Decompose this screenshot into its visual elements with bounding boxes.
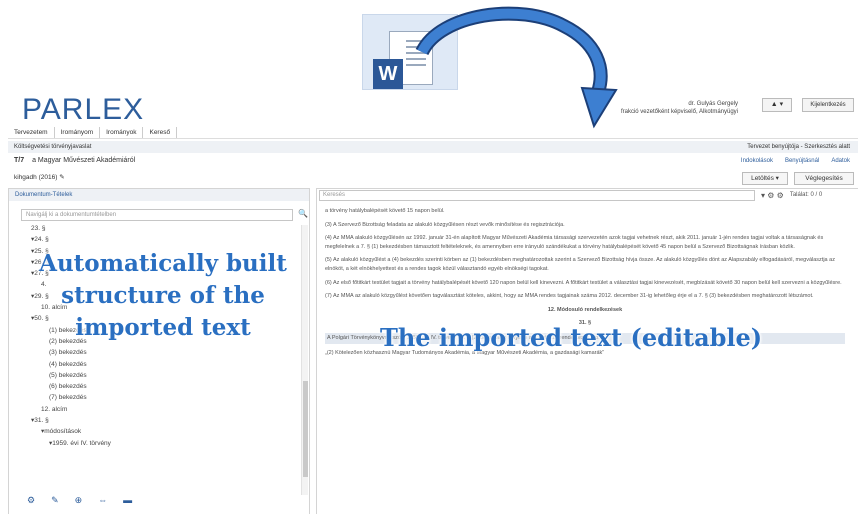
document-title-row: T/7 a Magyar Művészeti Akadémiáról (14, 157, 135, 164)
menu-item-iromanyok[interactable]: Irományok (100, 127, 144, 138)
structure-caption: Automatically built structure of the imp… (39, 250, 287, 341)
parlex-logo: PARLEX (22, 93, 145, 126)
tree-item[interactable]: 23. § (31, 223, 111, 234)
document-title: a Magyar Művészeti Akadémiáról (32, 157, 136, 164)
tree-item[interactable]: ▾24. § (31, 234, 111, 245)
curved-arrow-icon (415, 6, 618, 129)
user-menu-button[interactable]: ▲ ▾ (762, 98, 792, 112)
editor-toolbar: Keresés ▾ ⚙ ⚙ Találat: 0 / 0 (317, 189, 858, 201)
editor-search-input[interactable]: Keresés (319, 189, 755, 201)
text-paragraph[interactable]: a törvény hatálybalépését követő 15 napo… (325, 207, 845, 216)
text-paragraph[interactable]: (3) A Szervező Bizottság feladata az ala… (325, 221, 845, 230)
move-icon[interactable]: ⇔ (98, 495, 107, 506)
document-type-bar: Költségvetési törvényjavaslat Tervezet b… (8, 141, 858, 153)
menu-item-tervezetem[interactable]: Tervezetem (8, 127, 55, 138)
add-icon[interactable]: ⊕ (75, 495, 83, 506)
tree-item[interactable]: (5) bekezdés (31, 370, 111, 381)
main-menu: Tervezetem Irományom Irományok Kereső (8, 127, 858, 139)
text-paragraph[interactable]: (7) Az MMA az alakuló közgyűlést követőe… (325, 292, 845, 301)
settings-icon[interactable]: ⚙ (27, 495, 35, 506)
tab-benyujtasnal[interactable]: Benyújtásnál (785, 158, 819, 164)
tree-item[interactable]: 12. alcím (31, 404, 111, 415)
logout-button[interactable]: Kijelentkezés (802, 98, 854, 112)
user-info: dr. Gulyás Gergely frakció vezetőként ké… (620, 100, 738, 116)
search-options-icon[interactable]: ▾ ⚙ ⚙ (761, 191, 784, 200)
user-name: dr. Gulyás Gergely (688, 101, 738, 107)
structure-search-input[interactable]: Navigálj ki a dokumentumtételben (21, 209, 293, 221)
delete-icon[interactable]: ▬ (123, 495, 132, 506)
document-date: kihgadh (2016) (14, 174, 58, 181)
document-status-label: Tervezet benyújtója - Szerkesztés alatt (747, 144, 850, 150)
tree-item[interactable]: ▾módosítások (31, 426, 111, 437)
structure-panel-title: Dokumentum-Tételek (9, 189, 309, 201)
edit-icon[interactable]: ✎ (51, 495, 59, 506)
tab-indokolasok[interactable]: Indokolások (741, 158, 773, 164)
download-button[interactable]: Letöltés ▾ (742, 172, 788, 185)
tree-item[interactable]: ▾1959. évi IV. törvény (31, 438, 111, 449)
finalize-button[interactable]: Véglegesítés (794, 172, 854, 185)
document-date-row: kihgadh (2016) ✎ (14, 173, 65, 181)
tree-item[interactable]: (6) bekezdés (31, 381, 111, 392)
search-result-count: Találat: 0 / 0 (789, 192, 823, 198)
word-badge: W (373, 59, 403, 89)
menu-item-iromanyom[interactable]: Irományom (55, 127, 101, 138)
structure-panel: Dokumentum-Tételek Navigálj ki a dokumen… (8, 188, 310, 514)
tab-adatok[interactable]: Adatok (831, 158, 850, 164)
text-paragraph[interactable]: (4) Az MMA alakuló közgyűlésén az 1992. … (325, 234, 845, 251)
tree-item[interactable]: (3) bekezdés (31, 347, 111, 358)
text-paragraph[interactable]: (6) Az első főtitkárt testület tagjait a… (325, 279, 845, 288)
menu-item-kereso[interactable]: Kereső (143, 127, 178, 138)
document-type-label: Költségvetési törvényjavaslat (14, 144, 92, 150)
section-heading: 12. Módosuló rendelkezések (547, 306, 623, 313)
editor-caption: The imported text (editable) (380, 323, 763, 352)
structure-toolbar: ⚙ ✎ ⊕ ⇔ ▬ (27, 495, 132, 506)
document-tabs: Indokolások Benyújtásnál Adatok (741, 158, 850, 164)
tree-item[interactable]: (7) bekezdés (31, 392, 111, 403)
document-id: T/7 (14, 157, 25, 164)
scrollbar-thumb[interactable] (303, 381, 308, 477)
tree-item[interactable]: ▾31. § (31, 415, 111, 426)
user-role: frakció vezetőként képviselő, Alkotmányü… (620, 109, 738, 115)
text-paragraph[interactable]: (5) Az alakuló közgyűlést a (4) bekezdés… (325, 256, 845, 273)
search-icon[interactable]: 🔍 (298, 209, 308, 218)
tree-item[interactable]: (4) bekezdés (31, 359, 111, 370)
edit-pencil-icon[interactable]: ✎ (59, 174, 64, 181)
